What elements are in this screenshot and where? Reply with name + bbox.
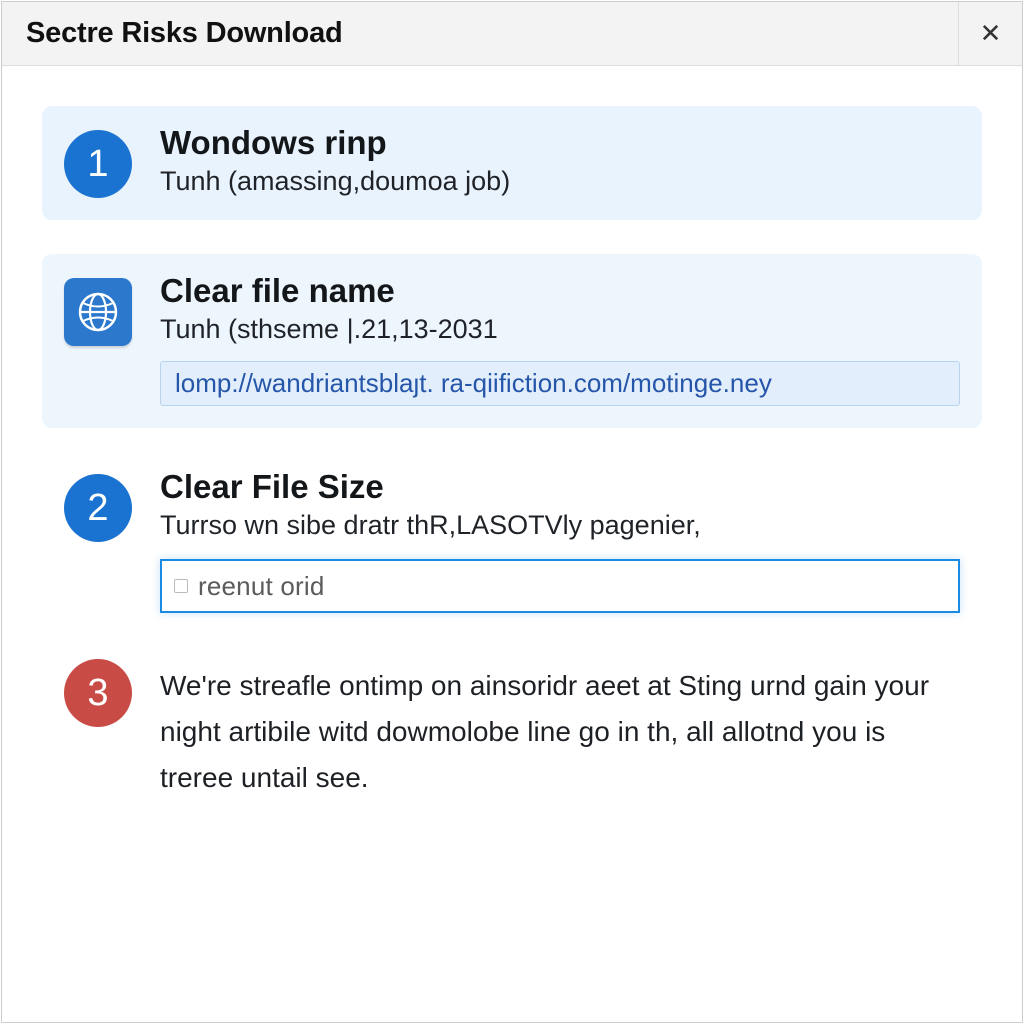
file-size-input-value: reenut orid [198, 571, 325, 602]
close-button[interactable]: ✕ [958, 2, 1022, 66]
file-name-title: Clear file name [160, 272, 960, 310]
file-name-subtitle: Tunh (sthseme |.21,13-2031 [160, 314, 960, 345]
step-1-number: 1 [87, 143, 108, 186]
step-1[interactable]: 1 Wondows rinp Tunh (amassing,doumoa job… [42, 106, 982, 220]
step-3-number: 3 [87, 672, 108, 715]
source-url-text: lomp://wandriantsblaȷt. ra‑qiifiction.co… [175, 368, 772, 398]
step-3: 3 We're streafle ontimp on ainsoridr aee… [42, 653, 982, 824]
step-2-content: Clear File Size Turrso wn sibe dratr thR… [160, 468, 960, 613]
step-1-content: Wondows rinp Tunh (amassing,doumoa job) [160, 124, 960, 197]
close-icon: ✕ [980, 18, 1002, 49]
step-3-badge: 3 [64, 659, 132, 727]
step-file-name-content: Clear file name Tunh (sthseme |.21,13-20… [160, 272, 960, 406]
step-1-title: Wondows rinp [160, 124, 960, 162]
step-file-name[interactable]: Clear file name Tunh (sthseme |.21,13-20… [42, 254, 982, 428]
step-2-title: Clear File Size [160, 468, 960, 506]
step-1-badge: 1 [64, 130, 132, 198]
dialog-body: 1 Wondows rinp Tunh (amassing,doumoa job… [2, 66, 1022, 1022]
step-1-subtitle: Tunh (amassing,doumoa job) [160, 166, 960, 197]
input-leading-icon [174, 579, 188, 593]
step-2: 2 Clear File Size Turrso wn sibe dratr t… [42, 462, 982, 619]
step-2-subtitle: Turrso wn sibe dratr thR,LASOTVly pageni… [160, 510, 960, 541]
step-2-badge: 2 [64, 474, 132, 542]
file-size-input[interactable]: reenut orid [160, 559, 960, 613]
titlebar: Sectre Risks Download ✕ [2, 2, 1022, 66]
globe-svg [74, 288, 122, 336]
step-3-content: We're streafle ontimp on ainsoridr aeet … [160, 657, 960, 802]
step-2-number: 2 [87, 487, 108, 530]
globe-icon [64, 278, 132, 346]
download-dialog: Sectre Risks Download ✕ 1 Wondows rinp T… [1, 1, 1023, 1023]
file-size-input-row: reenut orid [160, 559, 960, 613]
dialog-title: Sectre Risks Download [26, 17, 343, 50]
step-3-paragraph: We're streafle ontimp on ainsoridr aeet … [160, 657, 960, 802]
source-url-box[interactable]: lomp://wandriantsblaȷt. ra‑qiifiction.co… [160, 361, 960, 406]
